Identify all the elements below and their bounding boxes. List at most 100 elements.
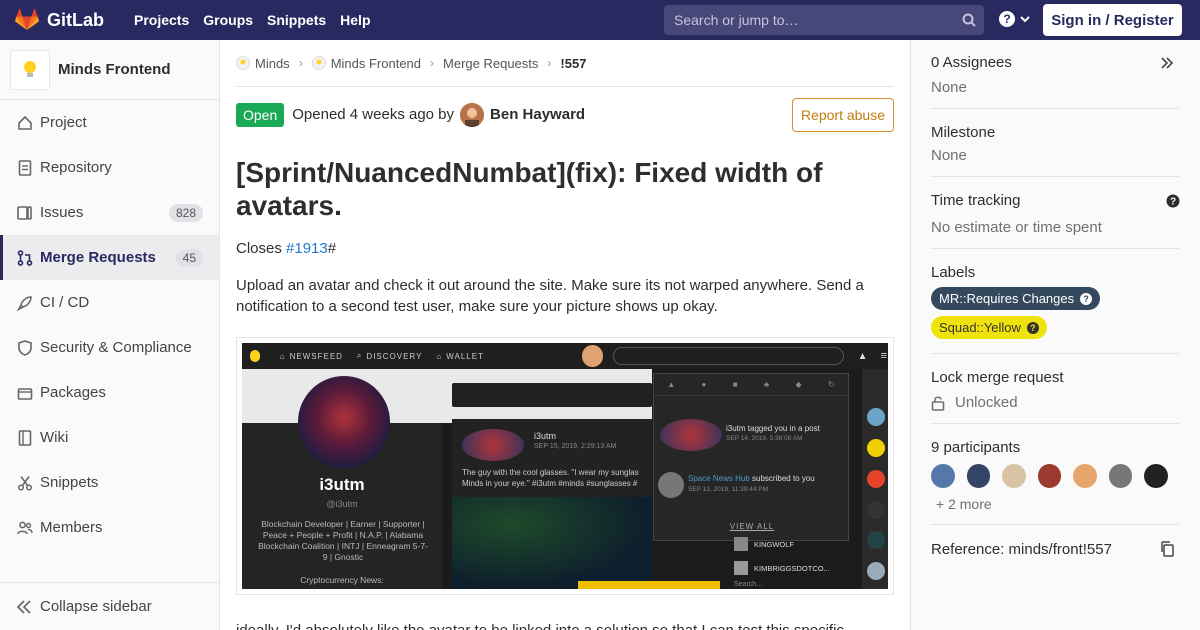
help-dropdown[interactable]: ? [998, 10, 1031, 28]
scissors-icon [16, 474, 34, 492]
double-chevron-left-icon [16, 599, 31, 614]
sidebar-item-packages[interactable]: Packages [0, 370, 219, 415]
rocket-icon [16, 294, 34, 312]
report-abuse-button[interactable]: Report abuse [791, 98, 894, 132]
embedded-list-avatar [734, 537, 748, 551]
embedded-post-user: i3utm [534, 431, 557, 441]
embedded-crypto: Cryptocurrency News: [300, 575, 384, 585]
sidebar-item-wiki[interactable]: Wiki [0, 415, 219, 460]
time-tracking-value: No estimate or time spent [931, 219, 1102, 236]
embedded-notif2-rest: subscribed to you [749, 474, 815, 483]
embedded-tab-icon: ◆ [795, 380, 802, 389]
embedded-home-icon: ⌂ [279, 351, 286, 361]
participant-avatar[interactable] [966, 464, 991, 488]
issue-link[interactable]: #1913 [286, 240, 328, 257]
copy-icon[interactable] [1160, 541, 1174, 557]
embedded-tab-icon: ▲ [667, 380, 676, 389]
sidebar-item-label: Members [40, 519, 103, 536]
main-nav: Projects Groups Snippets Help [120, 12, 371, 28]
sidebar-item-label: Issues [40, 204, 84, 221]
reference-text: Reference: minds/front!557 [931, 541, 1112, 558]
embedded-search-icon: ⌕ [356, 351, 363, 360]
brand-name: GitLab [47, 9, 104, 30]
time-tracking-title: Time tracking [931, 192, 1021, 209]
lightbulb-icon [311, 56, 326, 70]
sidebar-item-repository[interactable]: Repository [0, 145, 219, 190]
participant-avatar[interactable] [1144, 464, 1169, 488]
participant-avatar[interactable] [1108, 464, 1133, 488]
closes-suffix: # [327, 240, 337, 257]
sidebar-item-label: Security & Compliance [40, 339, 192, 356]
embedded-nav-item: WALLET [446, 351, 484, 361]
sidebar-item-label: Repository [40, 159, 112, 176]
participants-title: 9 participants [931, 439, 1021, 456]
package-icon [16, 384, 34, 402]
sidebar-item-members[interactable]: Members [0, 505, 219, 550]
embedded-username: i3utm [319, 475, 365, 494]
left-sidebar: Minds Frontend Project Repository Issues… [0, 40, 220, 630]
gitlab-home-link[interactable]: GitLab [15, 9, 104, 31]
issues-icon [16, 204, 34, 222]
embedded-notif2-link: Space News Hub [688, 474, 750, 483]
sidebar-item-label: Merge Requests [40, 249, 156, 266]
embedded-tab-icon: ■ [732, 380, 738, 389]
breadcrumb-merge-requests[interactable]: Merge Requests [443, 56, 538, 71]
embedded-post: i3utm SEP 15, 2019, 2:29:13 AM The guy w… [452, 419, 652, 589]
chevron-right-icon: › [298, 56, 303, 70]
sidebar-item-ci-cd[interactable]: CI / CD [0, 280, 219, 325]
embedded-list-label: KINGWOLF [754, 539, 795, 549]
embedded-rail-avatar [867, 562, 885, 580]
unlock-icon [931, 395, 945, 411]
breadcrumb-project[interactable]: Minds Frontend [311, 56, 421, 71]
search-input[interactable]: Search or jump to… [664, 5, 984, 35]
sidebar-item-label: Wiki [40, 429, 69, 446]
sidebar-item-snippets[interactable]: Snippets [0, 460, 219, 505]
sidebar-item-label: Snippets [40, 474, 99, 491]
question-circle-icon[interactable]: ? [1166, 194, 1180, 208]
embedded-list-item: KIMBRIGGSDOTCO... [734, 561, 830, 575]
nav-groups[interactable]: Groups [203, 12, 253, 28]
doc-icon [16, 159, 34, 177]
screenshot-image: ⌂ NEWSFEED ⌕ DISCOVERY ⌂ WALLET ▲ ≡ i3ut… [242, 343, 888, 589]
collapse-right-sidebar-icon[interactable] [1160, 57, 1174, 69]
embedded-notif2-date: SEP 13, 2019, 11:39:44 PM [688, 486, 768, 493]
chevron-right-icon: › [430, 56, 435, 70]
embedded-notif2-text: Space News Hub subscribed to you [688, 474, 815, 483]
assignees-block: 0 Assignees None [931, 40, 1180, 109]
collapse-sidebar-button[interactable]: Collapse sidebar [0, 582, 219, 630]
participant-avatar[interactable] [1073, 464, 1097, 488]
breadcrumb-minds[interactable]: Minds [236, 56, 290, 71]
sidebar-item-security[interactable]: Security & Compliance [0, 325, 219, 370]
participant-avatar[interactable] [931, 464, 955, 488]
nav-projects[interactable]: Projects [134, 12, 189, 28]
mr-description: Upload an avatar and check it out around… [236, 277, 864, 315]
author-avatar[interactable] [460, 102, 485, 127]
sidebar-item-project[interactable]: Project [0, 100, 219, 145]
breadcrumb: Minds › Minds Frontend › Merge Requests … [236, 40, 894, 87]
sign-in-button[interactable]: Sign in / Register [1043, 4, 1182, 36]
label-squad-yellow[interactable]: Squad::Yellow? [931, 316, 1047, 339]
project-avatar [10, 49, 50, 90]
assignees-value: None [931, 79, 967, 96]
sidebar-item-issues[interactable]: Issues 828 [0, 190, 219, 235]
author-link[interactable]: Ben Hayward [490, 106, 585, 123]
status-badge: Open [236, 102, 285, 127]
sidebar-item-merge-requests[interactable]: Merge Requests 45 [0, 235, 219, 280]
right-sidebar: 0 Assignees None Milestone None Time tra… [910, 40, 1200, 630]
participant-avatar[interactable] [1002, 464, 1026, 488]
breadcrumb-label: Minds [255, 55, 290, 71]
embedded-nav-item: NEWSFEED [289, 351, 343, 361]
breadcrumb-current[interactable]: !557 [560, 56, 586, 71]
embedded-nav-item: DISCOVERY [366, 351, 423, 361]
participants-list [931, 464, 1180, 488]
collapse-sidebar-label: Collapse sidebar [40, 598, 152, 615]
participant-avatar[interactable] [1037, 464, 1062, 488]
nav-help[interactable]: Help [340, 12, 370, 28]
more-participants-link[interactable]: + 2 more [936, 496, 1180, 512]
nav-snippets[interactable]: Snippets [267, 12, 326, 28]
embedded-screenshot[interactable]: ⌂ NEWSFEED ⌕ DISCOVERY ⌂ WALLET ▲ ≡ i3ut… [236, 337, 894, 595]
project-header[interactable]: Minds Frontend [0, 40, 219, 100]
users-icon [16, 519, 34, 537]
label-requires-changes[interactable]: MR::Requires Changes? [931, 287, 1101, 310]
chevron-down-icon [1020, 16, 1030, 23]
